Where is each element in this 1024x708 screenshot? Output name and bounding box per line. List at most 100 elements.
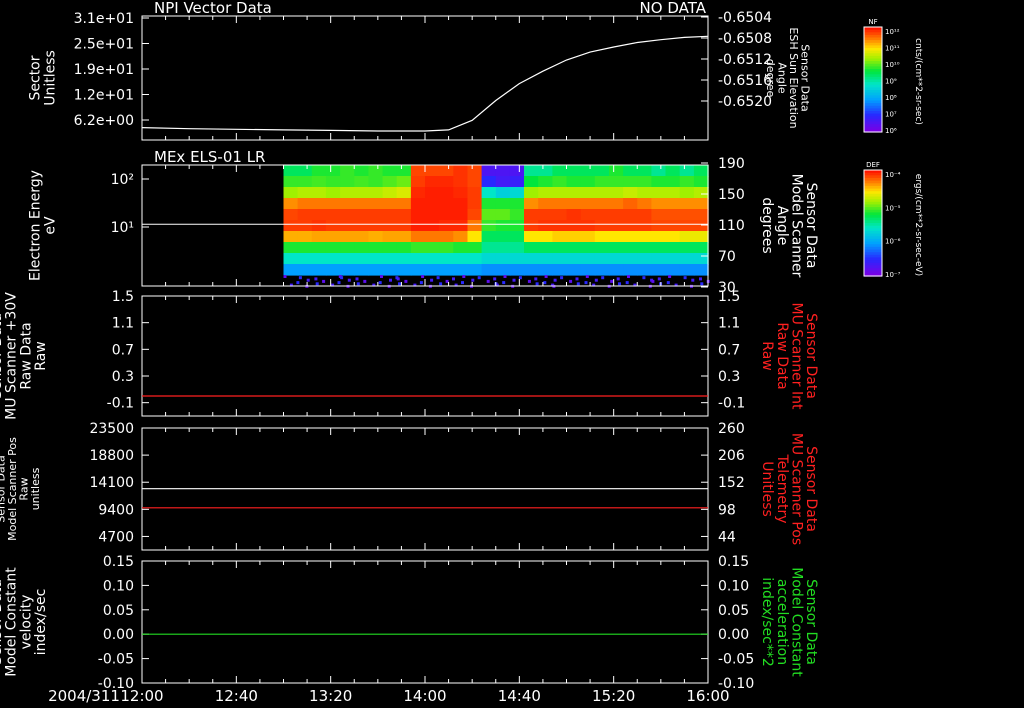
spectrogram-cell: [651, 176, 667, 188]
spectrogram-cell: [481, 187, 497, 199]
spectrogram-cell: [665, 176, 681, 188]
right-axis-title-line: Model Constant: [788, 567, 804, 677]
spectrogram-cell: [410, 264, 426, 276]
left-axis-title-line: Raw: [33, 341, 49, 370]
spectrogram-cell: [396, 264, 412, 276]
colorbar-unit: ergs/(cm**2-sr-sec-eV): [913, 174, 923, 276]
spectrogram-cell: [481, 264, 497, 276]
spectrogram-cell: [354, 220, 370, 232]
spectrogram-cell: [538, 253, 553, 265]
spectrogram-speckle: [439, 282, 443, 286]
spectrogram-cell: [594, 220, 610, 232]
left-tick-label: -0.1: [107, 396, 134, 412]
right-tick-label: 0.05: [718, 603, 749, 619]
colorbar-tick-label: 10¹²: [885, 28, 900, 36]
time-tick-label: 15:20: [592, 687, 635, 705]
spectrogram-cell: [425, 231, 440, 243]
spectrogram-cell: [297, 187, 313, 199]
spectrogram-cell: [439, 187, 454, 199]
spectrogram-cell: [509, 209, 525, 221]
spectrogram-cell: [425, 165, 440, 177]
spectrogram-cell: [396, 198, 412, 210]
spectrogram-cell: [410, 176, 426, 188]
spectrogram-cell: [623, 209, 638, 221]
spectrogram-cell: [382, 220, 398, 232]
spectrogram-cell: [594, 187, 610, 199]
spectrogram-cell: [453, 209, 469, 221]
spectrogram-speckle: [493, 277, 497, 281]
right-axis-title-line: index/sec**2: [759, 577, 775, 667]
spectrogram-cell: [340, 176, 355, 188]
spectrogram-speckle: [544, 275, 548, 278]
spectrogram-speckle: [314, 277, 318, 281]
spectrogram-cell: [297, 165, 313, 177]
spectrogram-cell: [538, 165, 553, 177]
right-axis-title-line: Sensor Data: [803, 313, 819, 399]
spectrogram-cell: [467, 187, 483, 199]
spectrogram-cell: [340, 165, 355, 177]
spectrogram-cell: [609, 176, 624, 188]
spectrogram-cell: [439, 264, 454, 276]
spectrogram-cell: [524, 198, 539, 210]
spectrogram-cell: [651, 264, 667, 276]
right-axis-title: Sensor DataModel Constantaccelerationind…: [759, 567, 819, 677]
spectrogram-cell: [481, 176, 497, 188]
spectrogram-cell: [580, 242, 596, 254]
spectrogram-cell: [609, 264, 624, 276]
left-axis-title-line: Model Constant: [4, 567, 20, 677]
spectrogram-cell: [566, 198, 582, 210]
spectrogram-cell: [283, 264, 299, 276]
spectrogram-cell: [382, 231, 398, 243]
spectrogram-cell: [481, 231, 497, 243]
spectrogram-speckle: [534, 277, 538, 281]
spectrogram-speckle: [436, 276, 440, 280]
spectrogram-speckle: [452, 277, 455, 281]
spectrogram-cell: [594, 176, 610, 188]
right-tick-label: 110: [718, 218, 745, 234]
left-tick-label: 2.5e+01: [74, 37, 134, 53]
spectrogram-speckle: [553, 278, 557, 282]
spectrogram-cell: [382, 187, 398, 199]
right-tick-label: 0.7: [718, 342, 740, 358]
spectrogram-cell: [693, 209, 709, 221]
time-tick-label: 12:00: [120, 687, 163, 705]
spectrogram-cell: [679, 198, 695, 210]
spectrogram-cell: [623, 187, 638, 199]
colorbar-tick-label: 10¹⁰: [885, 61, 900, 69]
spectrogram-cell: [325, 242, 341, 254]
spectrogram-speckle: [618, 282, 621, 286]
spectrogram-cell: [665, 209, 681, 221]
spectrogram-speckle: [642, 276, 646, 280]
spectrogram-cell: [509, 231, 525, 243]
spectrogram-cell: [481, 209, 497, 221]
spectrogram-cell: [495, 253, 511, 265]
spectrogram-cell: [594, 209, 610, 221]
spectrogram-cell: [311, 198, 327, 210]
spectrogram-cell: [552, 198, 568, 210]
spectrogram-speckle: [296, 281, 300, 285]
spectrogram-cell: [594, 231, 610, 243]
spectrogram-cell: [637, 209, 653, 221]
spectrogram-cell: [311, 253, 327, 265]
spectrogram-cell: [538, 209, 553, 221]
spectrogram-cell: [439, 220, 454, 232]
spectrogram-cell: [283, 220, 299, 232]
spectrogram-cell: [311, 165, 327, 177]
spectrogram-cell: [495, 165, 511, 177]
time-tick-label: 12:40: [215, 687, 258, 705]
spectrogram-speckle: [283, 275, 287, 278]
spectrogram-cell: [467, 209, 483, 221]
right-tick-label: 70: [718, 249, 736, 265]
spectrogram-cell: [552, 176, 568, 188]
spectrogram-cell: [538, 198, 553, 210]
left-tick-label: 14100: [89, 475, 134, 491]
spectrogram-speckle: [363, 279, 367, 283]
spectrogram-cell: [297, 242, 313, 254]
spectrogram-cell: [410, 242, 426, 254]
spectrogram-cell: [354, 198, 370, 210]
right-tick-label: -0.1: [718, 396, 745, 412]
spectrogram-speckle: [651, 279, 655, 283]
spectrogram-cell: [552, 165, 568, 177]
spectrogram-cell: [297, 176, 313, 188]
colorbar-tick-label: 10⁻⁶: [885, 238, 901, 246]
